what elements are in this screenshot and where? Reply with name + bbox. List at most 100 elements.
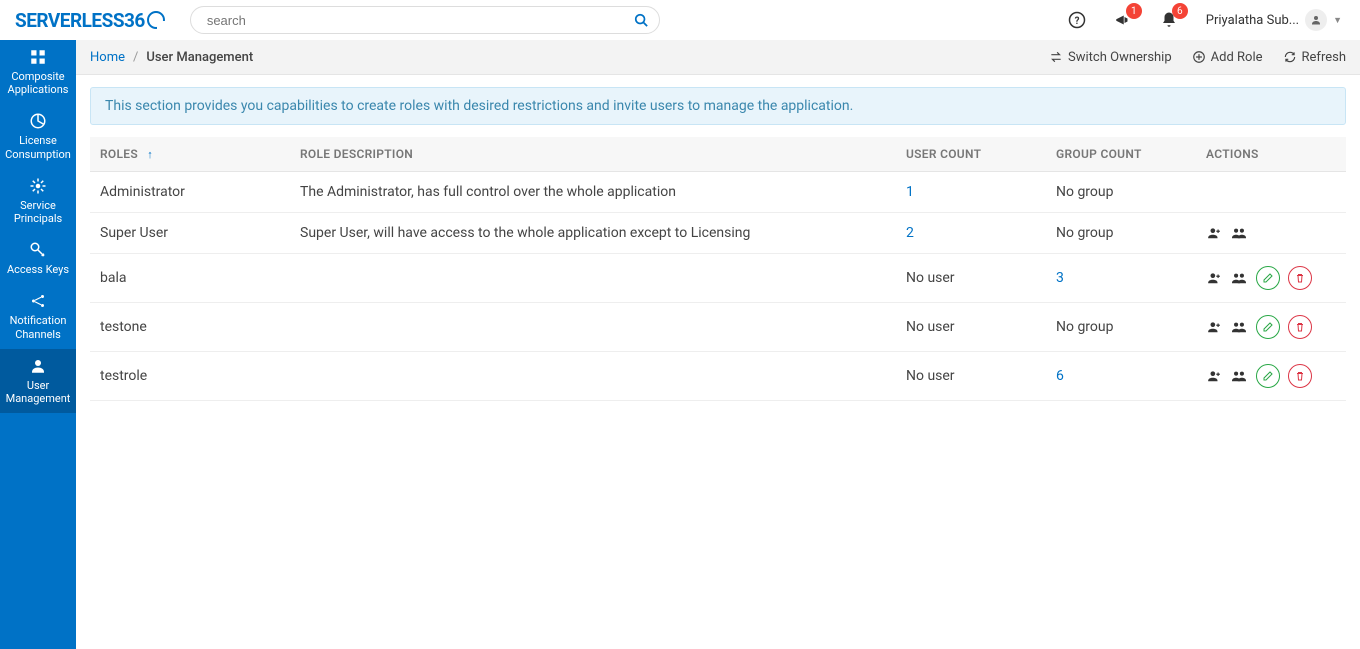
col-user-count[interactable]: USER COUNT: [896, 137, 1046, 172]
sidebar-item-user-management[interactable]: User Management: [0, 349, 76, 413]
sidebar-item-label: Notification Channels: [4, 314, 72, 340]
cog-icon: [29, 177, 47, 195]
sidebar-item-notification-channels[interactable]: Notification Channels: [0, 284, 76, 348]
user-icon: [29, 357, 47, 375]
subheader: Home / User Management Switch Ownership …: [76, 40, 1360, 75]
refresh-icon: [1283, 50, 1297, 64]
delete-icon[interactable]: [1288, 364, 1312, 388]
search-wrap: [190, 6, 660, 34]
apps-icon: [29, 48, 47, 66]
cell-actions: [1196, 352, 1346, 401]
content-area: Home / User Management Switch Ownership …: [76, 40, 1360, 649]
sidebar-item-label: Access Keys: [7, 263, 69, 276]
add-user-icon[interactable]: [1206, 271, 1222, 285]
cell-user-count[interactable]: 2: [896, 213, 1046, 254]
info-banner: This section provides you capabilities t…: [90, 87, 1346, 125]
breadcrumb: Home / User Management: [90, 50, 253, 65]
sidebar-item-license-consumption[interactable]: License Consumption: [0, 104, 76, 168]
breadcrumb-current: User Management: [146, 50, 253, 65]
cell-user-count: No user: [896, 254, 1046, 303]
add-user-icon[interactable]: [1206, 369, 1222, 383]
announcement-badge: 1: [1126, 3, 1142, 19]
cell-role: testone: [90, 303, 290, 352]
sidebar-item-access-keys[interactable]: Access Keys: [0, 233, 76, 284]
sidebar-item-composite-applications[interactable]: Composite Applications: [0, 40, 76, 104]
cell-group-count[interactable]: 6: [1046, 352, 1196, 401]
group-icon[interactable]: [1230, 271, 1248, 285]
sidebar-item-service-principals[interactable]: Service Principals: [0, 169, 76, 233]
cell-actions: [1196, 172, 1346, 213]
table-row: testrole No user6: [90, 352, 1346, 401]
add-user-icon[interactable]: [1206, 226, 1222, 240]
add-role-button[interactable]: Add Role: [1192, 50, 1263, 65]
swap-icon: [1049, 50, 1063, 64]
cell-description: Super User, will have access to the whol…: [290, 213, 896, 254]
top-bar: SERVERLESS36 ? 1 6 Priyalatha Sub... ▼: [0, 0, 1360, 40]
search-icon[interactable]: [634, 13, 648, 27]
cell-description: The Administrator, has full control over…: [290, 172, 896, 213]
logo-circle-icon: [147, 11, 165, 29]
cell-role: Administrator: [90, 172, 290, 213]
group-icon[interactable]: [1230, 320, 1248, 334]
edit-icon[interactable]: [1256, 315, 1280, 339]
col-roles[interactable]: ROLES ↑: [90, 137, 290, 172]
sidebar-item-label: License Consumption: [4, 134, 72, 160]
col-group-count[interactable]: GROUP COUNT: [1046, 137, 1196, 172]
sidebar-item-label: User Management: [4, 379, 72, 405]
username-text: Priyalatha Sub...: [1206, 13, 1299, 28]
bell-badge: 6: [1172, 3, 1188, 19]
chevron-down-icon: ▼: [1333, 15, 1342, 26]
cell-group-count: No group: [1046, 303, 1196, 352]
refresh-button[interactable]: Refresh: [1283, 50, 1346, 65]
cell-actions: [1196, 303, 1346, 352]
cell-user-count: No user: [896, 352, 1046, 401]
chart-icon: [29, 112, 47, 130]
help-icon[interactable]: ?: [1068, 11, 1086, 29]
delete-icon[interactable]: [1288, 315, 1312, 339]
cell-description: [290, 352, 896, 401]
bell-icon[interactable]: 6: [1160, 11, 1178, 29]
switch-ownership-button[interactable]: Switch Ownership: [1049, 50, 1172, 65]
edit-icon[interactable]: [1256, 266, 1280, 290]
cell-group-count: No group: [1046, 213, 1196, 254]
cell-user-count[interactable]: 1: [896, 172, 1046, 213]
cell-description: [290, 303, 896, 352]
brand-logo[interactable]: SERVERLESS36: [0, 9, 180, 32]
share-icon: [29, 292, 47, 310]
cell-role: testrole: [90, 352, 290, 401]
group-icon[interactable]: [1230, 369, 1248, 383]
sort-asc-icon: ↑: [147, 148, 153, 161]
edit-icon[interactable]: [1256, 364, 1280, 388]
avatar: [1305, 9, 1327, 31]
sidebar-item-label: Composite Applications: [4, 70, 72, 96]
svg-text:?: ?: [1074, 16, 1079, 27]
cell-user-count: No user: [896, 303, 1046, 352]
add-user-icon[interactable]: [1206, 320, 1222, 334]
cell-group-count: No group: [1046, 172, 1196, 213]
cell-actions: [1196, 213, 1346, 254]
table-row: bala No user3: [90, 254, 1346, 303]
table-row: Super UserSuper User, will have access t…: [90, 213, 1346, 254]
breadcrumb-separator: /: [133, 50, 138, 65]
col-actions: ACTIONS: [1196, 137, 1346, 172]
cell-role: Super User: [90, 213, 290, 254]
cell-description: [290, 254, 896, 303]
cell-actions: [1196, 254, 1346, 303]
logo-text: SERVERLESS36: [15, 9, 145, 32]
sidebar-item-label: Service Principals: [4, 199, 72, 225]
roles-table: ROLES ↑ ROLE DESCRIPTION USER COUNT GROU…: [90, 137, 1346, 401]
plus-circle-icon: [1192, 50, 1206, 64]
table-row: AdministratorThe Administrator, has full…: [90, 172, 1346, 213]
col-description[interactable]: ROLE DESCRIPTION: [290, 137, 896, 172]
announcement-icon[interactable]: 1: [1114, 11, 1132, 29]
cell-group-count[interactable]: 3: [1046, 254, 1196, 303]
key-icon: [29, 241, 47, 259]
breadcrumb-home[interactable]: Home: [90, 50, 125, 65]
delete-icon[interactable]: [1288, 266, 1312, 290]
search-input[interactable]: [190, 6, 660, 34]
group-icon[interactable]: [1230, 226, 1248, 240]
user-menu[interactable]: Priyalatha Sub... ▼: [1206, 9, 1342, 31]
cell-role: bala: [90, 254, 290, 303]
sidebar: Composite Applications License Consumpti…: [0, 40, 76, 649]
table-row: testone No userNo group: [90, 303, 1346, 352]
